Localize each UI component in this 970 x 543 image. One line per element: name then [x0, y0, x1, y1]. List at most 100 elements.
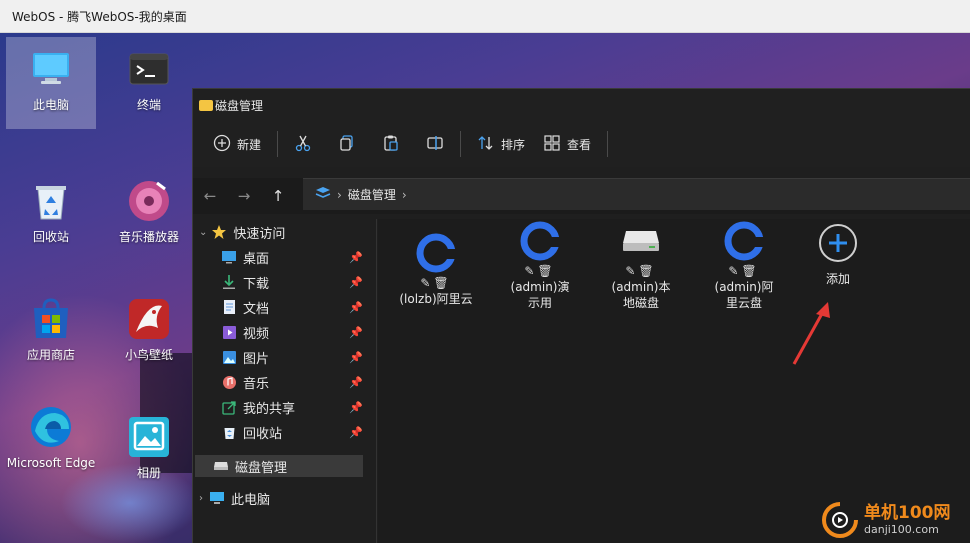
paste-button[interactable]: [376, 129, 406, 159]
recycle-bin-icon: [221, 424, 237, 440]
annotation-arrow-icon: [792, 302, 830, 365]
new-button[interactable]: 新建: [207, 129, 267, 159]
sidebar: ⌄ 快速访问 桌面 📌 下载 📌 文档 📌 视频 📌 图片 📌 音乐 📌 我的共…: [193, 219, 377, 543]
browser-title: WebOS - 腾飞WebOS-我的桌面: [12, 9, 187, 24]
video-icon: [221, 324, 237, 340]
add-circle-icon: [788, 219, 888, 267]
folder-icon: [199, 99, 213, 111]
share-icon: [221, 399, 237, 415]
grid-view-icon: [543, 134, 561, 155]
address-bar[interactable]: › 磁盘管理 ›: [303, 178, 970, 210]
aliyun-drive-icon: [694, 217, 794, 265]
sort-label: 排序: [501, 137, 526, 152]
pin-icon[interactable]: 📌: [349, 276, 363, 289]
desktop-icon-wallpaper[interactable]: 小鸟壁纸: [104, 287, 194, 379]
watermark-url: danji100.com: [864, 523, 939, 536]
chevron-right-icon: ›: [401, 187, 407, 202]
disk-list: ✎🗑 (lolzb)阿里云 ✎🗑 (admin)演示用 ✎🗑 (admin)本地…: [378, 219, 970, 543]
pin-icon[interactable]: 📌: [349, 401, 363, 414]
sidebar-item-videos[interactable]: 视频 📌: [221, 321, 365, 343]
drive-label: (lolzb)阿里云: [399, 292, 473, 306]
rename-icon: [426, 134, 444, 155]
watermark: 单机100网 danji100.com: [820, 497, 970, 543]
app-store-icon: [29, 297, 73, 341]
drive-item[interactable]: ✎🗑 (admin)本地磁盘: [591, 217, 691, 311]
pin-icon[interactable]: 📌: [349, 376, 363, 389]
drive-actions[interactable]: ✎🗑: [490, 263, 590, 279]
paste-icon: [382, 134, 400, 155]
sidebar-item-music[interactable]: 音乐 📌: [221, 371, 365, 393]
drive-actions[interactable]: ✎🗑: [694, 263, 794, 279]
navigation-bar: ← → ↑ › 磁盘管理 ›: [193, 178, 970, 214]
view-button[interactable]: 查看: [537, 129, 597, 159]
sidebar-item-desktop[interactable]: 桌面 📌: [221, 246, 365, 268]
window-title: 磁盘管理: [215, 98, 264, 113]
drive-label: (admin)阿里云盘: [714, 280, 774, 310]
scissors-icon: [294, 134, 312, 155]
rename-button[interactable]: [420, 129, 450, 159]
pin-icon[interactable]: 📌: [349, 251, 363, 264]
back-arrow-icon[interactable]: ←: [193, 187, 227, 205]
photo-album-icon: [127, 415, 171, 459]
sort-icon: [477, 134, 495, 155]
wallpaper-icon: [127, 297, 171, 341]
copy-button[interactable]: [332, 129, 362, 159]
sidebar-item-download[interactable]: 下载 📌: [221, 271, 365, 293]
sidebar-item-share[interactable]: 我的共享 📌: [221, 396, 365, 418]
desktop-icon-terminal[interactable]: 终端: [104, 37, 194, 129]
disk-manager-icon: [315, 186, 331, 203]
watermark-logo-icon: [822, 502, 858, 538]
sidebar-item-this-pc[interactable]: › 此电脑: [199, 487, 371, 509]
drive-label: (admin)本地磁盘: [611, 280, 671, 310]
monitor-icon: [29, 47, 73, 91]
terminal-icon: [127, 47, 171, 91]
music-icon: [221, 374, 237, 390]
forward-arrow-icon[interactable]: →: [227, 187, 261, 205]
pin-icon[interactable]: 📌: [349, 426, 363, 439]
sidebar-item-documents[interactable]: 文档 📌: [221, 296, 365, 318]
window-title-bar[interactable]: 磁盘管理: [193, 89, 970, 121]
pin-icon[interactable]: 📌: [349, 301, 363, 314]
sidebar-item-recycle-bin[interactable]: 回收站 📌: [221, 421, 365, 443]
up-arrow-icon[interactable]: ↑: [261, 187, 295, 205]
monitor-icon: [209, 490, 225, 506]
add-label: 添加: [825, 272, 850, 286]
sidebar-quick-access[interactable]: ⌄ 快速访问: [199, 221, 371, 243]
chevron-right-icon: ›: [337, 187, 342, 202]
add-circle-icon: [213, 134, 231, 155]
copy-icon: [338, 134, 356, 155]
watermark-title: 单机100网: [864, 503, 951, 523]
sidebar-item-disk-manager[interactable]: 磁盘管理: [195, 455, 363, 477]
desktop-icon-photo-album[interactable]: 相册: [104, 405, 194, 497]
pin-icon[interactable]: 📌: [349, 326, 363, 339]
desktop-icon-edge[interactable]: Microsoft Edge: [6, 395, 96, 495]
desktop-icon-app-store[interactable]: 应用商店: [6, 287, 96, 379]
edge-icon: [29, 405, 73, 449]
aliyun-drive-icon: [386, 229, 486, 277]
desktop-icon-recycle-bin[interactable]: 回收站: [6, 169, 96, 261]
chevron-right-icon: ›: [199, 492, 203, 504]
desktop-icon-this-pc[interactable]: 此电脑: [6, 37, 96, 129]
star-icon: [211, 224, 227, 240]
breadcrumb-current[interactable]: 磁盘管理: [348, 186, 396, 203]
sort-button[interactable]: 排序: [471, 129, 531, 159]
local-disk-icon: [591, 217, 691, 265]
desktop-icon-music-player[interactable]: 音乐播放器: [104, 169, 194, 261]
toolbar: 新建 排序 查看: [193, 121, 970, 167]
aliyun-drive-icon: [490, 217, 590, 265]
drive-item[interactable]: ✎🗑 (admin)演示用: [490, 217, 590, 311]
drive-actions[interactable]: ✎🗑: [591, 263, 691, 279]
drive-item[interactable]: ✎🗑 (lolzb)阿里云: [386, 229, 486, 307]
document-icon: [221, 299, 237, 315]
pin-icon[interactable]: 📌: [349, 351, 363, 364]
sidebar-item-pictures[interactable]: 图片 📌: [221, 346, 365, 368]
drive-label: (admin)演示用: [510, 280, 570, 310]
drive-item[interactable]: ✎🗑 (admin)阿里云盘: [694, 217, 794, 311]
cut-button[interactable]: [288, 129, 318, 159]
drive-actions[interactable]: ✎🗑: [386, 275, 486, 291]
chevron-down-icon: ⌄: [199, 226, 208, 238]
download-icon: [221, 274, 237, 290]
disk-manager-window: 磁盘管理 新建 排序 查看 ← → ↑ › 磁盘管理 › ⌄ 快速访问 桌面 📌…: [192, 88, 970, 543]
add-drive-button[interactable]: 添加: [788, 219, 888, 287]
recycle-bin-icon: [29, 179, 73, 223]
